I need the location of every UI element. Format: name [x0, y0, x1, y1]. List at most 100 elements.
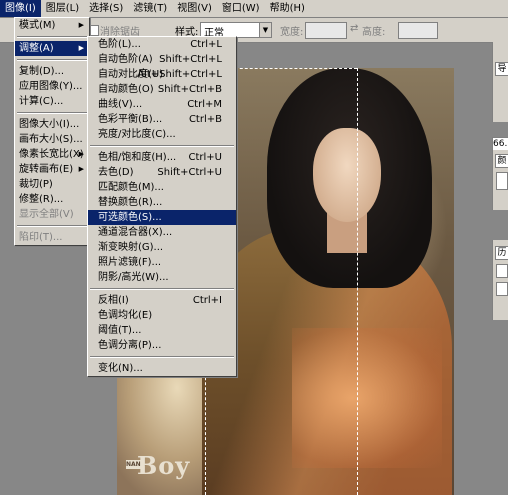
submenu-arrow-icon: ▶ [78, 150, 84, 158]
menu-item-label: 图像大小(I)... [19, 119, 80, 130]
menu-i[interactable]: 图像(I) [0, 0, 41, 17]
menu-item-label: 阈值(T)... [98, 325, 142, 336]
menu-item-label: 匹配颜色(M)... [98, 182, 164, 193]
menu-separator [17, 225, 87, 227]
adjust-menu-item[interactable]: 可选颜色(S)... [88, 210, 236, 225]
chevron-down-icon[interactable]: ▼ [259, 23, 271, 37]
menu-w[interactable]: 窗口(W) [217, 0, 265, 17]
adjust-menu-item[interactable]: 替换颜色(R)... [88, 195, 236, 210]
menu-bar: 图像(I) 图层(L) 选择(S) 滤镜(T) 视图(V) 窗口(W) 帮助(H) [0, 0, 508, 18]
menu-item-shortcut: Ctrl+B [188, 114, 222, 125]
adjust-menu-item[interactable]: 阴影/高光(W)... [88, 270, 236, 285]
adjust-menu-item[interactable]: 反相(I) Ctrl+I [88, 293, 236, 308]
menu-item-label: 通道混合器(X)... [98, 227, 173, 238]
menu-item-label: 修整(R)... [19, 194, 64, 205]
history-item[interactable] [496, 264, 508, 278]
menu-item-label: 计算(C)... [19, 96, 64, 107]
menu-separator [17, 112, 87, 114]
color-panel: 颜 [492, 150, 508, 210]
tab-history[interactable]: 历 [495, 246, 508, 260]
menu-item-shortcut: Shift+Ctrl+L [159, 54, 222, 65]
image-menu-item[interactable]: 模式(M) ▶ [15, 18, 89, 33]
adjust-menu-item[interactable]: 阈值(T)... [88, 323, 236, 338]
tab-color[interactable]: 颜 [495, 154, 508, 168]
adjust-menu-item[interactable]: 照片滤镜(F)... [88, 255, 236, 270]
menu-item-label: 反相(I) [98, 295, 129, 306]
width-label: 宽度: [280, 27, 304, 38]
menu-item-label: 替换颜色(R)... [98, 197, 163, 208]
menu-separator [17, 59, 87, 61]
image-menu-item[interactable]: 修整(R)... [15, 192, 89, 207]
menu-item-label: 旋转画布(E) [19, 164, 74, 175]
menu-item-label: 曲线(V)... [98, 99, 143, 110]
menu-item-shortcut: Shift+Ctrl+B [157, 84, 222, 95]
adjust-menu-item[interactable]: 色调分离(P)... [88, 338, 236, 353]
image-menu-item[interactable]: 像素长宽比(X) ▶ [15, 147, 89, 162]
menu-h[interactable]: 帮助(H) [265, 0, 310, 17]
history-panel: 历 [492, 240, 508, 320]
adjust-menu-item[interactable]: 色阶(L)... Ctrl+L [88, 37, 236, 52]
menu-item-label: 复制(D)... [19, 66, 65, 77]
adjust-menu-item[interactable]: 色彩平衡(B)... Ctrl+B [88, 112, 236, 127]
menu-item-label: 调整(A) [19, 43, 54, 54]
menu-v[interactable]: 视图(V) [172, 0, 217, 17]
height-field[interactable] [398, 22, 438, 39]
image-menu-item: 陷印(T)... [15, 230, 89, 245]
menu-item-shortcut: Ctrl+U [188, 152, 223, 163]
menu-item-shortcut: Ctrl+I [192, 295, 222, 306]
color-swatch[interactable] [496, 172, 508, 190]
width-field[interactable] [305, 22, 347, 39]
menu-item-label: 去色(D) [98, 167, 134, 178]
menu-item-label: 显示全部(V) [19, 209, 74, 220]
adjust-menu-item[interactable]: 自动颜色(O) Shift+Ctrl+B [88, 82, 236, 97]
menu-item-label: 色阶(L)... [98, 39, 141, 50]
adjust-menu-item[interactable]: 自动色阶(A) Shift+Ctrl+L [88, 52, 236, 67]
menu-separator [90, 356, 234, 358]
menu-item-label: 画布大小(S)... [19, 134, 83, 145]
menu-item-shortcut: Shift+Ctrl+U [157, 167, 222, 178]
menu-separator [17, 36, 87, 38]
navigator-panel: 导 [492, 42, 508, 122]
image-menu-item[interactable]: 裁切(P) [15, 177, 89, 192]
adjust-menu-item[interactable]: 色相/饱和度(H)... Ctrl+U [88, 150, 236, 165]
selection-marquee-center [357, 68, 358, 495]
menu-item-label: 色彩平衡(B)... [98, 114, 163, 125]
menu-s[interactable]: 选择(S) [84, 0, 128, 17]
adjust-menu-item[interactable]: 通道混合器(X)... [88, 225, 236, 240]
adjust-menu-item[interactable]: 变化(N)... [88, 361, 236, 376]
adjust-menu-item[interactable]: 渐变映射(G)... [88, 240, 236, 255]
image-menu-item[interactable]: 旋转画布(E) ▶ [15, 162, 89, 177]
photo-face [313, 128, 381, 222]
adjust-menu-item[interactable]: 色调均化(E) [88, 308, 236, 323]
menu-item-label: 色调分离(P)... [98, 340, 162, 351]
image-menu-item[interactable]: 应用图像(Y)... [15, 79, 89, 94]
submenu-arrow-icon: ▶ [78, 165, 84, 173]
history-item[interactable] [496, 282, 508, 296]
menu-separator [90, 288, 234, 290]
menu-item-label: 色相/饱和度(H)... [98, 152, 177, 163]
image-menu-item: 显示全部(V) [15, 207, 89, 222]
adjust-menu-item[interactable]: 曲线(V)... Ctrl+M [88, 97, 236, 112]
menu-item-label: 变化(N)... [98, 363, 143, 374]
menu-t[interactable]: 滤镜(T) [128, 0, 172, 17]
menu-item-label: 自动色阶(A) [98, 54, 153, 65]
menu-l[interactable]: 图层(L) [41, 0, 84, 17]
menu-item-label: 模式(M) [19, 20, 56, 31]
image-menu-item[interactable]: 复制(D)... [15, 64, 89, 79]
menu-item-label: 可选颜色(S)... [98, 212, 162, 223]
watermark-logo: Boy [137, 451, 191, 480]
swap-icon[interactable]: ⇄ [350, 23, 358, 34]
adjust-menu-item[interactable]: 去色(D) Shift+Ctrl+U [88, 165, 236, 180]
menu-item-shortcut: Ctrl+L [190, 39, 222, 50]
tab-navigator[interactable]: 导 [495, 62, 508, 76]
image-menu-item[interactable]: 图像大小(I)... [15, 117, 89, 132]
image-menu-item[interactable]: 调整(A) ▶ [15, 41, 89, 56]
zoom-field[interactable]: 66. [492, 137, 508, 151]
adjust-menu-item[interactable]: 匹配颜色(M)... [88, 180, 236, 195]
image-menu-item[interactable]: 画布大小(S)... [15, 132, 89, 147]
image-menu-item[interactable]: 计算(C)... [15, 94, 89, 109]
adjust-menu-item[interactable]: 亮度/对比度(C)... [88, 127, 236, 142]
menu-item-label: 阴影/高光(W)... [98, 272, 169, 283]
adjust-menu-item[interactable]: 自动对比度(U) Alt+Shift+Ctrl+L [88, 67, 236, 82]
image-menu: 模式(M) ▶ 调整(A) ▶ 复制(D)... 应用图像(Y)... 计算(C)... 图像… [14, 17, 90, 246]
